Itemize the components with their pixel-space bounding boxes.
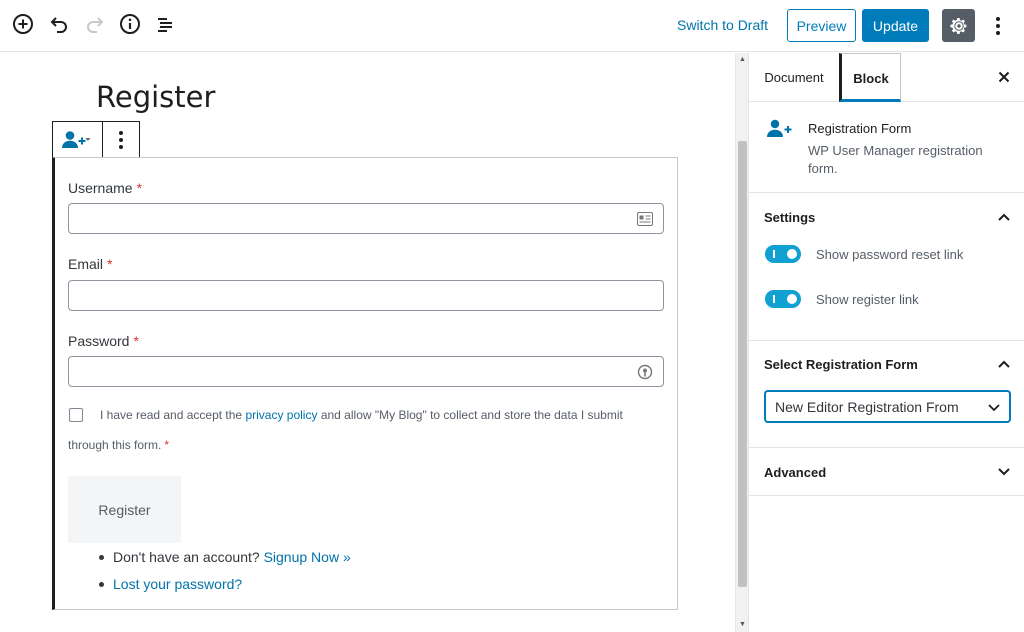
user-add-icon bbox=[61, 131, 91, 148]
info-icon[interactable] bbox=[118, 12, 142, 36]
password-label: Password * bbox=[68, 333, 139, 349]
page-title[interactable]: Register bbox=[96, 80, 215, 114]
close-icon[interactable] bbox=[997, 70, 1011, 84]
list-item: Lost your password? bbox=[99, 573, 351, 600]
lost-password-link[interactable]: Lost your password? bbox=[113, 576, 242, 592]
password-reset-toggle[interactable] bbox=[765, 245, 801, 263]
undo-icon[interactable] bbox=[47, 12, 71, 36]
block-card-title: Registration Form bbox=[808, 121, 912, 136]
gear-icon bbox=[949, 17, 966, 34]
chevron-down-icon bbox=[988, 404, 1000, 412]
required-mark: * bbox=[133, 333, 139, 349]
chevron-up-icon[interactable] bbox=[997, 210, 1011, 224]
register-button[interactable]: Register bbox=[68, 476, 181, 543]
password-field[interactable] bbox=[68, 356, 664, 387]
toggle-label: Show password reset link bbox=[816, 247, 964, 262]
signup-link[interactable]: Signup Now » bbox=[264, 549, 351, 565]
privacy-policy-link[interactable]: privacy policy bbox=[245, 408, 317, 422]
chevron-down-icon[interactable] bbox=[997, 465, 1011, 479]
user-add-icon bbox=[767, 119, 792, 137]
block-type-switcher[interactable] bbox=[53, 122, 103, 158]
more-vertical-icon bbox=[119, 131, 123, 149]
key-icon bbox=[637, 364, 653, 380]
scroll-up-arrow[interactable]: ▲ bbox=[738, 55, 747, 65]
advanced-panel: Advanced bbox=[749, 448, 1024, 496]
register-link-toggle[interactable] bbox=[765, 290, 801, 308]
switch-to-draft-link[interactable]: Switch to Draft bbox=[677, 17, 768, 33]
email-label: Email * bbox=[68, 256, 113, 272]
scroll-down-arrow[interactable]: ▼ bbox=[738, 620, 747, 630]
required-mark: * bbox=[164, 438, 170, 452]
settings-sidebar: Document Block Registration Form WP User… bbox=[748, 53, 1024, 632]
toggle-label: Show register link bbox=[816, 292, 919, 307]
settings-panel: Settings Show password reset link Show r… bbox=[749, 193, 1024, 341]
settings-button[interactable] bbox=[942, 9, 975, 42]
username-field[interactable] bbox=[68, 203, 664, 234]
select-value: New Editor Registration From bbox=[775, 399, 959, 415]
editor-scrollbar[interactable]: ▲ ▼ bbox=[735, 53, 748, 632]
email-field[interactable] bbox=[68, 280, 664, 311]
registration-form-select[interactable]: New Editor Registration From bbox=[765, 391, 1010, 422]
list-item: Don't have an account? Signup Now » bbox=[99, 546, 351, 573]
chevron-up-icon[interactable] bbox=[997, 357, 1011, 371]
select-form-panel-title[interactable]: Select Registration Form bbox=[764, 357, 918, 372]
list-icon[interactable] bbox=[153, 12, 177, 36]
required-mark: * bbox=[107, 256, 113, 272]
required-mark: * bbox=[136, 180, 143, 196]
sidebar-tabs: Document Block bbox=[749, 53, 1024, 102]
id-card-icon bbox=[637, 211, 653, 227]
tab-document[interactable]: Document bbox=[749, 53, 839, 102]
block-toolbar bbox=[52, 121, 140, 158]
scrollbar-thumb[interactable] bbox=[738, 141, 747, 587]
more-vertical-icon[interactable] bbox=[988, 12, 1008, 40]
form-links: Don't have an account? Signup Now » Lost… bbox=[99, 546, 351, 600]
tab-block[interactable]: Block bbox=[839, 53, 901, 102]
username-label: Username * bbox=[68, 180, 143, 196]
block-card: Registration Form WP User Manager regist… bbox=[749, 103, 1024, 193]
update-button[interactable]: Update bbox=[862, 9, 929, 42]
editor-toolbar: Switch to Draft Preview Update bbox=[0, 0, 1024, 52]
redo-icon[interactable] bbox=[83, 12, 107, 36]
settings-panel-title[interactable]: Settings bbox=[764, 210, 815, 225]
plus-circle-icon[interactable] bbox=[11, 12, 35, 36]
advanced-panel-title[interactable]: Advanced bbox=[764, 465, 826, 480]
privacy-consent-text: I have read and accept the privacy polic… bbox=[68, 408, 623, 452]
preview-button[interactable]: Preview bbox=[787, 9, 856, 42]
no-account-text: Don't have an account? bbox=[113, 549, 260, 565]
block-card-description: WP User Manager registration form. bbox=[808, 143, 983, 176]
block-more-options[interactable] bbox=[103, 122, 139, 158]
